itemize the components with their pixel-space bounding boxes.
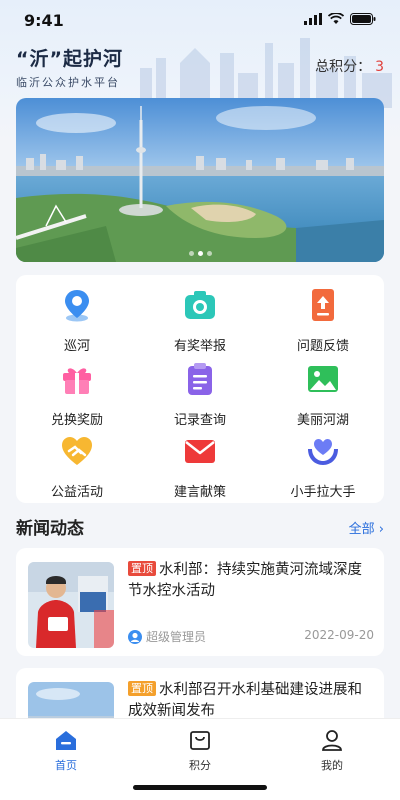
menu-item-kids[interactable]: 小手拉大手 xyxy=(262,433,384,503)
carousel-dot[interactable] xyxy=(206,251,212,256)
news-title-text: 水利部召开水利基础建设进展和成效新闻发布 xyxy=(128,682,362,719)
menu-label: 小手拉大手 xyxy=(290,485,356,500)
menu-label: 美丽河湖 xyxy=(296,413,349,428)
status-time: 9:41 xyxy=(24,11,64,30)
menu-item-suggestions[interactable]: 建言献策 xyxy=(139,433,261,503)
news-item[interactable]: 置顶 水利部：持续实施黄河流域深度节水控水活动 超级管理员 2022-09-20 xyxy=(16,548,384,656)
wifi-icon xyxy=(328,13,344,24)
feature-menu: 巡河 有奖举报 问题反馈 兑换奖励 记录查询 美丽河湖 公益活动 建言献策 小手… xyxy=(16,275,384,503)
tab-label: 我的 xyxy=(321,759,343,772)
news-section-header: 新闻动态 全部 › xyxy=(16,514,384,540)
menu-label: 记录查询 xyxy=(173,413,226,428)
signal-icon xyxy=(304,13,322,25)
tab-profile[interactable]: 我的 xyxy=(292,729,372,773)
menu-label: 公益活动 xyxy=(50,485,103,500)
chevron-right-icon: › xyxy=(378,522,384,537)
news-thumbnail xyxy=(28,562,114,648)
menu-item-rivers[interactable]: 美丽河湖 xyxy=(262,361,384,431)
pinned-tag: 置顶 xyxy=(128,681,156,696)
camera-icon xyxy=(185,291,215,319)
points-label: 总积分： xyxy=(315,59,372,75)
news-author: 超级管理员 xyxy=(128,628,206,645)
shopping-bag-icon xyxy=(190,731,210,750)
news-headline: 置顶 水利部：持续实施黄河流域深度节水控水活动 xyxy=(128,560,374,602)
news-author-name: 超级管理员 xyxy=(146,630,207,644)
menu-label: 兑换奖励 xyxy=(50,413,103,428)
total-points[interactable]: 总积分： 3 xyxy=(315,56,384,76)
menu-item-patrol[interactable]: 巡河 xyxy=(16,287,138,357)
menu-item-report[interactable]: 有奖举报 xyxy=(139,287,261,357)
pinned-tag: 置顶 xyxy=(128,561,156,576)
app-header: “沂”起护河 临沂公众护水平台 总积分： 3 xyxy=(16,44,384,89)
menu-item-rewards[interactable]: 兑换奖励 xyxy=(16,361,138,431)
gift-icon xyxy=(63,368,91,394)
status-icons xyxy=(304,13,376,25)
home-indicator[interactable] xyxy=(133,785,267,790)
tab-label: 积分 xyxy=(189,759,211,772)
envelope-icon xyxy=(185,440,215,463)
points-value: 3 xyxy=(375,59,384,75)
hands-heart-icon xyxy=(308,439,338,465)
carousel-dot[interactable] xyxy=(188,251,194,256)
user-icon xyxy=(322,730,342,751)
news-title-text: 水利部：持续实施黄河流域深度节水控水活动 xyxy=(128,562,362,599)
menu-label: 建言献策 xyxy=(173,485,226,500)
news-section-title: 新闻动态 xyxy=(16,519,84,539)
clipboard-icon xyxy=(188,363,212,395)
battery-icon xyxy=(350,13,376,25)
news-meta: 超级管理员 2022-09-20 xyxy=(128,628,374,647)
heart-hands-icon xyxy=(62,437,92,465)
news-headline: 置顶 水利部召开水利基础建设进展和成效新闻发布 xyxy=(128,680,374,722)
tab-home[interactable]: 首页 xyxy=(26,729,106,773)
menu-label: 问题反馈 xyxy=(296,339,349,354)
landscape-image-icon xyxy=(308,366,338,392)
location-pin-icon xyxy=(65,290,89,322)
upload-icon xyxy=(312,289,334,321)
tab-label: 首页 xyxy=(55,759,77,772)
carousel-dot-active[interactable] xyxy=(197,251,203,256)
news-more-link[interactable]: 全部 › xyxy=(349,518,384,537)
tab-points[interactable]: 积分 xyxy=(160,729,240,773)
menu-item-records[interactable]: 记录查询 xyxy=(139,361,261,431)
avatar-icon xyxy=(128,629,142,644)
menu-item-charity[interactable]: 公益活动 xyxy=(16,433,138,503)
menu-label: 巡河 xyxy=(63,339,90,354)
banner-image xyxy=(16,98,384,262)
news-more-label: 全部 xyxy=(348,522,375,537)
menu-item-feedback[interactable]: 问题反馈 xyxy=(262,287,384,357)
home-icon xyxy=(56,731,76,750)
news-date: 2022-09-20 xyxy=(304,628,374,642)
menu-label: 有奖举报 xyxy=(173,339,226,354)
banner-carousel[interactable] xyxy=(16,98,384,262)
app-subtitle: 临沂公众护水平台 xyxy=(16,76,120,89)
news-photo xyxy=(28,562,114,648)
status-bar: 9:41 xyxy=(0,0,400,44)
carousel-indicator xyxy=(16,251,384,256)
